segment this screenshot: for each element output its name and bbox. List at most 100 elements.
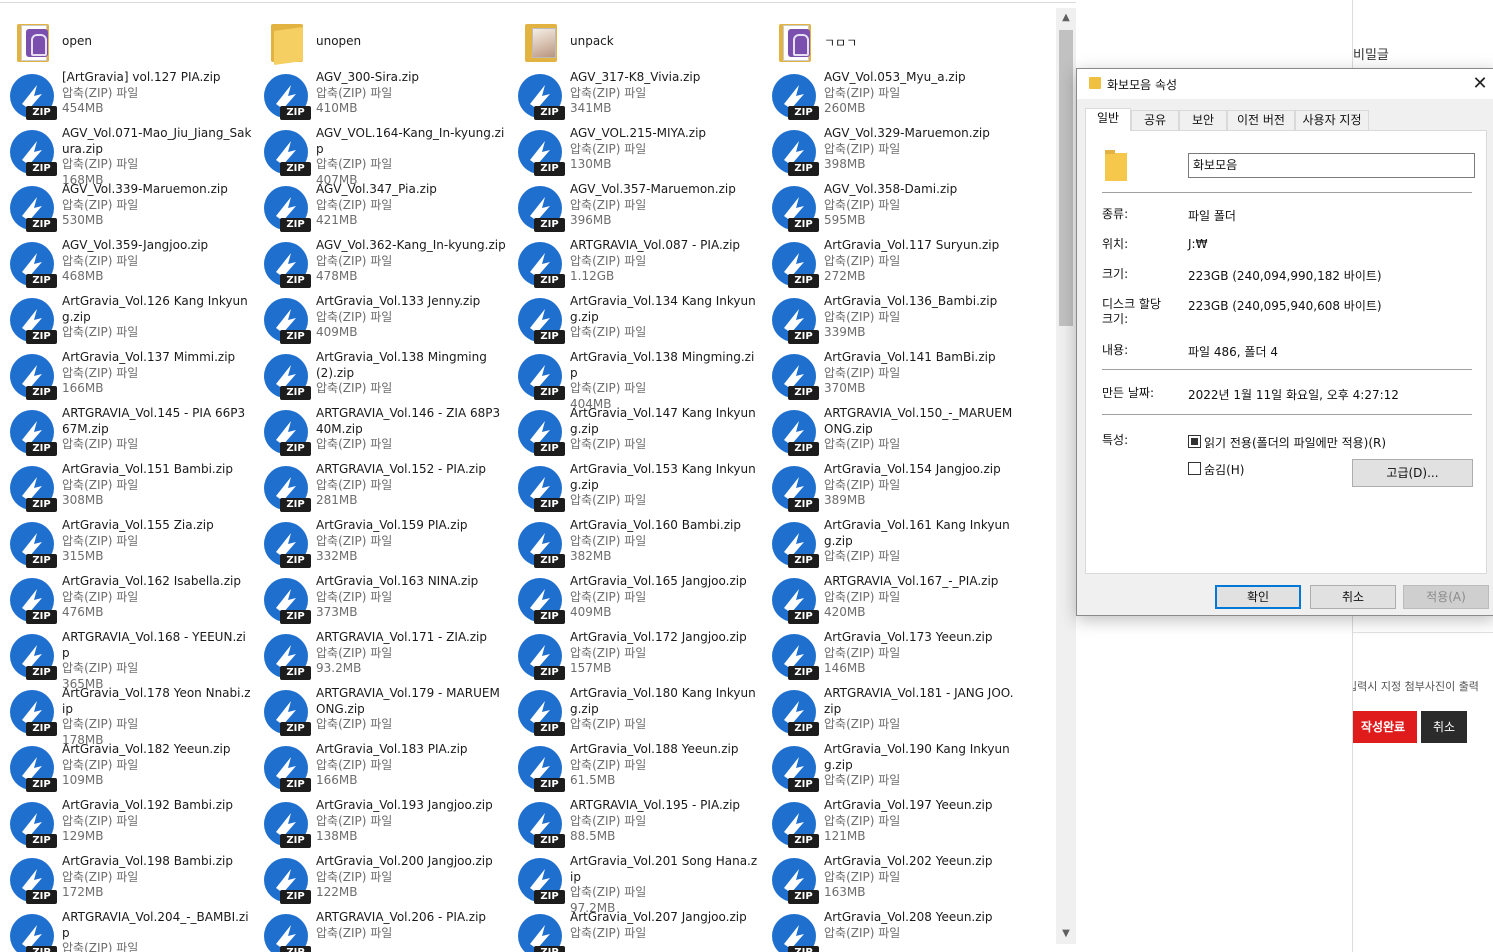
- zip-file-item[interactable]: ZIP ArtGravia_Vol.126 Kang Inkyung.zip 압축(…: [0, 294, 254, 350]
- zip-file-item[interactable]: ZIP ArtGravia_Vol.153 Kang Inkyung.zip 압축(…: [508, 462, 762, 518]
- zip-file-item[interactable]: ZIP ArtGravia_Vol.137 Mimmi.zip 압축(ZIP) 파일…: [0, 350, 254, 406]
- zip-file-item[interactable]: ZIP ARTGRAVIA_Vol.195 - PIA.zip 압축(ZIP) 파일…: [508, 798, 762, 854]
- folder-item[interactable]: open: [0, 14, 254, 70]
- zip-file-item[interactable]: ZIP ArtGravia_Vol.198 Bambi.zip 압축(ZIP) 파일…: [0, 854, 254, 910]
- scroll-down-icon[interactable]: ▼: [1056, 926, 1076, 942]
- file-text: ArtGravia_Vol.197 Yeeun.zip 압축(ZIP) 파일 121…: [824, 798, 1014, 845]
- zip-file-item[interactable]: ZIP ArtGravia_Vol.190 Kang Inkyung.zip 압축(…: [762, 742, 1016, 798]
- cancel-button[interactable]: 취소: [1421, 711, 1467, 743]
- dialog-cancel-button[interactable]: 취소: [1310, 585, 1396, 609]
- file-text: ARTGRAVIA_Vol.181 - JANG JOO.zip 압축(ZIP) …: [824, 686, 1014, 733]
- zip-file-item[interactable]: ZIP ArtGravia_Vol.155 Zia.zip 압축(ZIP) 파일 31…: [0, 518, 254, 574]
- zip-file-item[interactable]: ZIP [ArtGravia] vol.127 PIA.zip 압축(ZIP) 파일…: [0, 70, 254, 126]
- readonly-checkbox[interactable]: [1188, 435, 1201, 448]
- zip-file-item[interactable]: ZIP AGV_Vol.329-Maruemon.zip 압축(ZIP) 파일 398…: [762, 126, 1016, 182]
- file-type: 압축(ZIP) 파일: [62, 197, 139, 212]
- zip-file-item[interactable]: ZIP ArtGravia_Vol.138 Mingming.zip 압축(ZIP)…: [508, 350, 762, 411]
- properties-dialog: 화보모음 속성 ✕ 일반 공유 보안 이전 버전 사용자 지정 화보모음 종류:…: [1076, 68, 1493, 616]
- zip-file-item[interactable]: ZIP AGV_VOL.164-Kang_In-kyung.zip 압축(ZIP) …: [254, 126, 508, 187]
- vertical-scrollbar[interactable]: ▲ ▼: [1056, 8, 1076, 944]
- zip-file-item[interactable]: ZIP AGV_Vol.359-Jangjoo.zip 압축(ZIP) 파일 468M…: [0, 238, 254, 294]
- zip-file-item[interactable]: ZIP ARTGRAVIA_Vol.087 - PIA.zip 압축(ZIP) 파일…: [508, 238, 762, 294]
- tab-general[interactable]: 일반: [1085, 108, 1131, 131]
- dialog-titlebar[interactable]: 화보모음 속성 ✕: [1077, 69, 1493, 99]
- zip-file-item[interactable]: ZIP ARTGRAVIA_Vol.168 - YEEUN.zip 압축(ZIP) …: [0, 630, 254, 691]
- zip-file-item[interactable]: ZIP ArtGravia_Vol.178 Yeon Nnabi.zip 압축(ZI…: [0, 686, 254, 747]
- file-text: AGV_VOL.215-MIYA.zip 압축(ZIP) 파일 130MB: [570, 126, 760, 173]
- zip-file-item[interactable]: ZIP ArtGravia_Vol.160 Bambi.zip 압축(ZIP) 파일…: [508, 518, 762, 574]
- zip-tag: ZIP: [26, 722, 57, 736]
- zip-file-item[interactable]: ZIP ArtGravia_Vol.182 Yeeun.zip 압축(ZIP) 파일…: [0, 742, 254, 798]
- zip-file-item[interactable]: ZIP AGV_Vol.362-Kang_In-kyung.zip 압축(ZIP) …: [254, 238, 508, 294]
- zip-file-item[interactable]: ZIP ArtGravia_Vol.147 Kang Inkyung.zip 압축(…: [508, 406, 762, 462]
- tab-sharing[interactable]: 공유: [1131, 110, 1179, 130]
- tab-security[interactable]: 보안: [1179, 110, 1227, 130]
- zip-file-item[interactable]: ZIP ArtGravia_Vol.163 NINA.zip 압축(ZIP) 파일 3…: [254, 574, 508, 630]
- zip-file-item[interactable]: ZIP AGV_Vol.071-Mao_Jiu_Jiang_Sakura.zip 압…: [0, 126, 254, 187]
- zip-file-item[interactable]: ZIP ArtGravia_Vol.134 Kang Inkyung.zip 압축(…: [508, 294, 762, 350]
- zip-file-item[interactable]: ZIP ARTGRAVIA_Vol.204_-_BAMBI.zip압축(ZIP) …: [0, 910, 254, 952]
- zip-file-item[interactable]: ZIP AGV_Vol.357-Maruemon.zip 압축(ZIP) 파일 396…: [508, 182, 762, 238]
- folder-name-input[interactable]: 화보모음: [1188, 153, 1475, 178]
- folder-item[interactable]: ㄱㅁㄱ: [762, 14, 1016, 70]
- zip-file-item[interactable]: ZIP ArtGravia_Vol.165 Jangjoo.zip 압축(ZIP) …: [508, 574, 762, 630]
- zip-file-item[interactable]: ZIP ArtGravia_Vol.136_Bambi.zip 압축(ZIP) 파일…: [762, 294, 1016, 350]
- ok-button[interactable]: 확인: [1215, 585, 1301, 609]
- zip-file-item[interactable]: ZIP AGV_300-Sira.zip 압축(ZIP) 파일 410MB: [254, 70, 508, 126]
- zip-file-item[interactable]: ZIP ArtGravia_Vol.202 Yeeun.zip 압축(ZIP) 파일…: [762, 854, 1016, 910]
- file-text: ArtGravia_Vol.192 Bambi.zip 압축(ZIP) 파일 129…: [62, 798, 252, 845]
- zip-file-item[interactable]: ZIP ARTGRAVIA_Vol.150_-_MARUEMONG.zip 압축(Z…: [762, 406, 1016, 462]
- zip-file-item[interactable]: ZIP AGV_Vol.358-Dami.zip 압축(ZIP) 파일 595MB: [762, 182, 1016, 238]
- zip-file-item[interactable]: ZIP ArtGravia_Vol.151 Bambi.zip 압축(ZIP) 파일…: [0, 462, 254, 518]
- zip-file-item[interactable]: ZIP ARTGRAVIA_Vol.167_-_PIA.zip 압축(ZIP) 파일…: [762, 574, 1016, 630]
- zip-file-item[interactable]: ZIP ARTGRAVIA_Vol.181 - JANG JOO.zip 압축(ZI…: [762, 686, 1016, 742]
- zip-file-item[interactable]: ZIP ArtGravia_Vol.117 Suryun.zip 압축(ZIP) 파…: [762, 238, 1016, 294]
- zip-file-item[interactable]: ZIP ARTGRAVIA_Vol.145 - PIA 66P367M.zip 압축…: [0, 406, 254, 462]
- zip-file-item[interactable]: ZIP AGV_VOL.215-MIYA.zip 압축(ZIP) 파일 130MB: [508, 126, 762, 182]
- tab-previous-versions[interactable]: 이전 버전: [1227, 110, 1295, 130]
- folder-item[interactable]: unopen: [254, 14, 508, 70]
- advanced-button[interactable]: 고급(D)...: [1352, 459, 1473, 487]
- zip-file-item[interactable]: ZIP ArtGravia_Vol.161 Kang Inkyung.zip 압축(…: [762, 518, 1016, 574]
- zip-file-item[interactable]: ZIP ARTGRAVIA_Vol.179 - MARUEMONG.zip 압축(Z…: [254, 686, 508, 742]
- zip-file-item[interactable]: ZIP AGV_Vol.339-Maruemon.zip 압축(ZIP) 파일 530…: [0, 182, 254, 238]
- hidden-checkbox[interactable]: [1188, 462, 1201, 475]
- zip-file-item[interactable]: ZIP ArtGravia_Vol.183 PIA.zip 압축(ZIP) 파일 16…: [254, 742, 508, 798]
- readonly-label[interactable]: 읽기 전용(폴더의 파일에만 적용)(R): [1204, 434, 1386, 451]
- zip-file-item[interactable]: ZIP ArtGravia_Vol.180 Kang Inkyung.zip 압축(…: [508, 686, 762, 742]
- zip-file-item[interactable]: ZIP AGV_Vol.053_Myu_a.zip 압축(ZIP) 파일 260MB: [762, 70, 1016, 126]
- zip-file-item[interactable]: ZIP ArtGravia_Vol.197 Yeeun.zip 압축(ZIP) 파일…: [762, 798, 1016, 854]
- zip-file-item[interactable]: ZIP ArtGravia_Vol.188 Yeeun.zip 압축(ZIP) 파일…: [508, 742, 762, 798]
- zip-tag: ZIP: [788, 610, 819, 624]
- zip-file-item[interactable]: ZIP ArtGravia_Vol.193 Jangjoo.zip 압축(ZIP) …: [254, 798, 508, 854]
- zip-file-item[interactable]: ZIP ArtGravia_Vol.133 Jenny.zip 압축(ZIP) 파일…: [254, 294, 508, 350]
- folder-item[interactable]: unpack: [508, 14, 762, 70]
- zip-file-item[interactable]: ZIP ArtGravia_Vol.208 Yeeun.zip압축(ZIP) 파일: [762, 910, 1016, 952]
- submit-button[interactable]: 작성완료: [1353, 711, 1417, 743]
- zip-file-item[interactable]: ZIP ArtGravia_Vol.162 Isabella.zip 압축(ZIP)…: [0, 574, 254, 630]
- zip-file-item[interactable]: ZIP ARTGRAVIA_Vol.171 - ZIA.zip 압축(ZIP) 파일…: [254, 630, 508, 686]
- tab-customize[interactable]: 사용자 지정: [1295, 110, 1369, 130]
- folder-name: open: [62, 34, 92, 48]
- close-icon[interactable]: ✕: [1467, 71, 1493, 97]
- zip-file-item[interactable]: ZIP ArtGravia_Vol.207 Jangjoo.zip압축(ZIP) …: [508, 910, 762, 952]
- zip-file-item[interactable]: ZIP AGV_Vol.347_Pia.zip 압축(ZIP) 파일 421MB: [254, 182, 508, 238]
- zip-file-item[interactable]: ZIP ARTGRAVIA_Vol.146 - ZIA 68P340M.zip 압축…: [254, 406, 508, 462]
- zip-file-item[interactable]: ZIP ArtGravia_Vol.200 Jangjoo.zip 압축(ZIP) …: [254, 854, 508, 910]
- hidden-label[interactable]: 숨김(H): [1204, 461, 1244, 478]
- scrollbar-thumb[interactable]: [1059, 30, 1073, 326]
- zip-file-item[interactable]: ZIP ArtGravia_Vol.172 Jangjoo.zip 압축(ZIP) …: [508, 630, 762, 686]
- zip-file-item[interactable]: ZIP ArtGravia_Vol.173 Yeeun.zip 압축(ZIP) 파일…: [762, 630, 1016, 686]
- zip-file-item[interactable]: ZIP ArtGravia_Vol.138 Mingming (2).zip 압축(…: [254, 350, 508, 406]
- file-text: ARTGRAVIA_Vol.179 - MARUEMONG.zip 압축(ZIP)…: [316, 686, 506, 733]
- zip-file-item[interactable]: ZIP ArtGravia_Vol.192 Bambi.zip 압축(ZIP) 파일…: [0, 798, 254, 854]
- apply-button[interactable]: 적용(A): [1403, 585, 1489, 609]
- zip-file-item[interactable]: ZIP ArtGravia_Vol.159 PIA.zip 압축(ZIP) 파일 33…: [254, 518, 508, 574]
- scroll-up-icon[interactable]: ▲: [1056, 10, 1076, 26]
- zip-file-item[interactable]: ZIP ArtGravia_Vol.141 BamBi.zip 압축(ZIP) 파일…: [762, 350, 1016, 406]
- zip-file-item[interactable]: ZIP AGV_317-K8_Vivia.zip 압축(ZIP) 파일 341MB: [508, 70, 762, 126]
- zip-file-item[interactable]: ZIP ARTGRAVIA_Vol.206 - PIA.zip압축(ZIP) 파일: [254, 910, 508, 952]
- zip-file-item[interactable]: ZIP ArtGravia_Vol.201 Song Hana.zip 압축(ZIP…: [508, 854, 762, 915]
- zip-file-item[interactable]: ZIP ARTGRAVIA_Vol.152 - PIA.zip 압축(ZIP) 파일…: [254, 462, 508, 518]
- zip-file-item[interactable]: ZIP ArtGravia_Vol.154 Jangjoo.zip 압축(ZIP) …: [762, 462, 1016, 518]
